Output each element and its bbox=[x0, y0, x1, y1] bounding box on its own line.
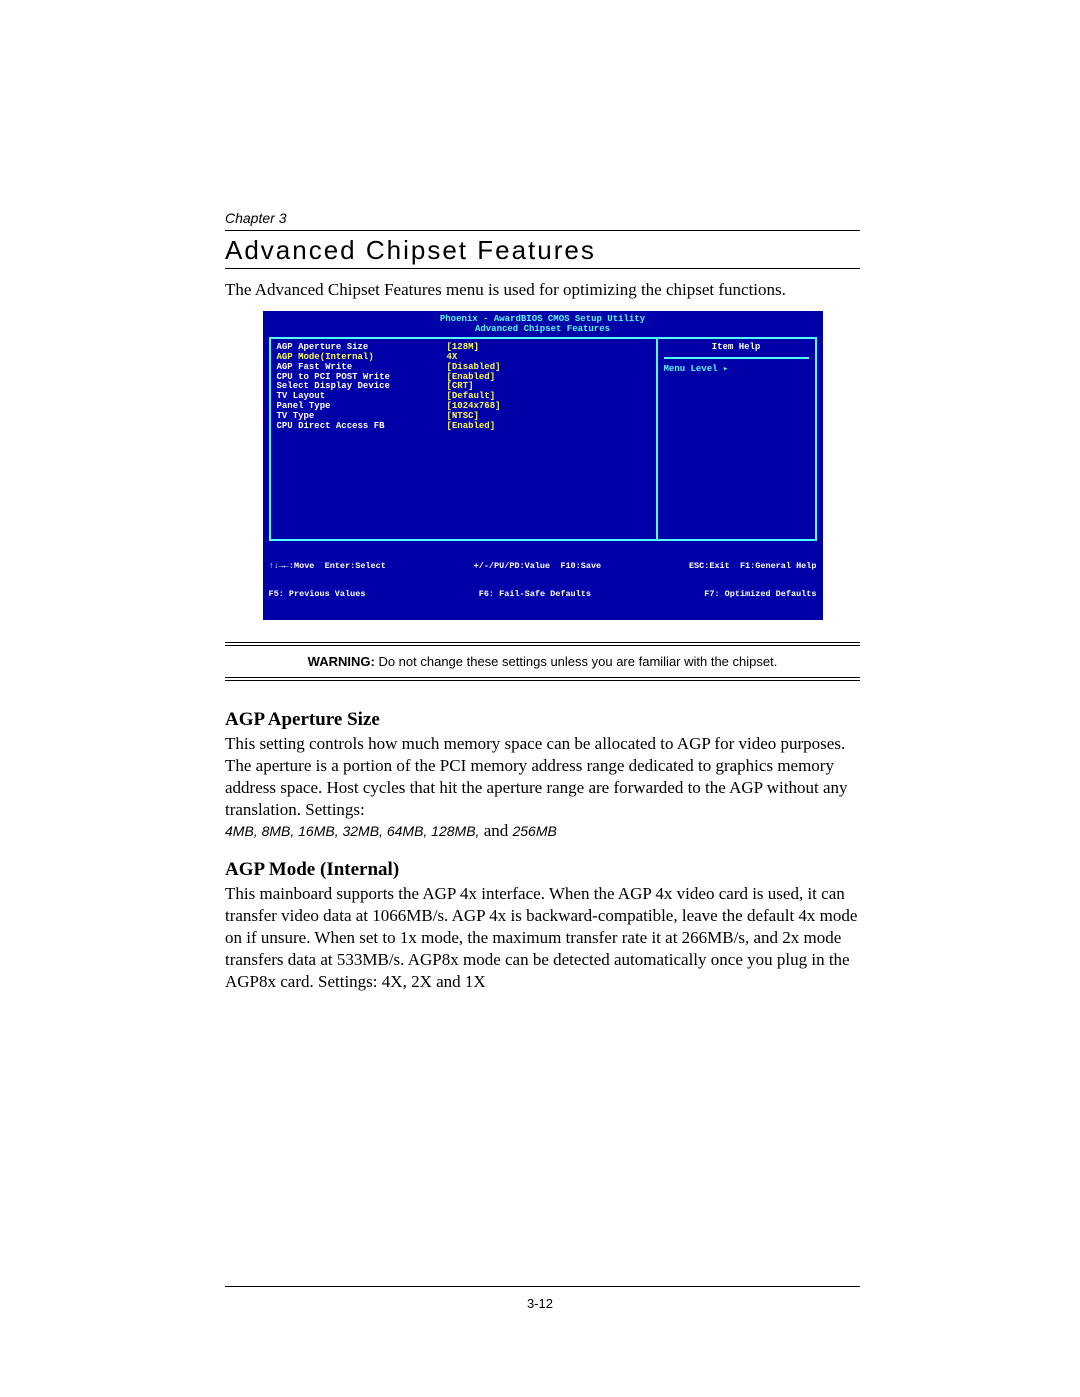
bios-item-help-title: Item Help bbox=[664, 343, 809, 359]
text: and bbox=[432, 972, 465, 991]
text: and bbox=[479, 821, 512, 840]
subheading-agp-aperture: AGP Aperture Size bbox=[225, 709, 860, 731]
settings-option: 2X bbox=[411, 972, 432, 991]
paragraph: This setting controls how much memory sp… bbox=[225, 733, 860, 821]
settings-option: 256MB bbox=[512, 823, 556, 839]
text: , bbox=[403, 972, 412, 991]
rule bbox=[225, 268, 860, 269]
bios-settings-list: AGP Aperture Size[128M]AGP Mode(Internal… bbox=[271, 339, 658, 539]
footer-rule bbox=[225, 1286, 860, 1287]
paragraph: This mainboard supports the AGP 4x inter… bbox=[225, 883, 860, 993]
bios-footer-seg: +/-/PU/PD:Value F10:Save bbox=[474, 562, 602, 571]
bios-setting-label: CPU Direct Access FB bbox=[277, 422, 447, 432]
section-title: Advanced Chipset Features bbox=[225, 235, 860, 266]
bios-help-pane: Item Help Menu Level ▸ bbox=[658, 339, 815, 539]
bios-setting-value: [Enabled] bbox=[447, 422, 496, 432]
bios-menu-level: Menu Level ▸ bbox=[664, 365, 809, 375]
document-page: Chapter 3 Advanced Chipset Features The … bbox=[0, 0, 1080, 1397]
bios-box: AGP Aperture Size[128M]AGP Mode(Internal… bbox=[269, 337, 817, 541]
bios-footer-seg: F6: Fail-Safe Defaults bbox=[479, 590, 591, 599]
warning-text: Do not change these settings unless you … bbox=[375, 654, 778, 669]
settings-options-line: 4MB, 8MB, 16MB, 32MB, 64MB, 128MB, and 2… bbox=[225, 821, 860, 841]
bios-header-line2: Advanced Chipset Features bbox=[269, 325, 817, 335]
settings-option: 1X bbox=[465, 972, 486, 991]
double-rule bbox=[225, 677, 860, 681]
settings-options: 4MB, 8MB, 16MB, 32MB, 64MB, 128MB, bbox=[225, 823, 479, 839]
chapter-label: Chapter 3 bbox=[225, 210, 860, 226]
bios-footer-seg: F7: Optimized Defaults bbox=[704, 590, 816, 599]
page-number: 3-12 bbox=[0, 1296, 1080, 1311]
text: This mainboard supports the AGP 4x inter… bbox=[225, 884, 857, 991]
bios-footer: ↑↓→←:Move Enter:Select +/-/PU/PD:Value F… bbox=[269, 543, 817, 618]
bios-footer-seg: ESC:Exit F1:General Help bbox=[689, 562, 817, 571]
bios-footer-seg: F5: Previous Values bbox=[269, 590, 366, 599]
rule bbox=[225, 230, 860, 231]
bios-setting-row: CPU Direct Access FB[Enabled] bbox=[277, 422, 650, 432]
settings-option: 4X bbox=[382, 972, 403, 991]
intro-paragraph: The Advanced Chipset Features menu is us… bbox=[225, 279, 860, 301]
warning-box: WARNING: Do not change these settings un… bbox=[225, 646, 860, 677]
bios-screenshot: Phoenix - AwardBIOS CMOS Setup Utility A… bbox=[263, 311, 823, 620]
bios-footer-seg: ↑↓→←:Move Enter:Select bbox=[269, 562, 386, 571]
warning-label: WARNING: bbox=[308, 654, 375, 669]
subheading-agp-mode: AGP Mode (Internal) bbox=[225, 859, 860, 881]
